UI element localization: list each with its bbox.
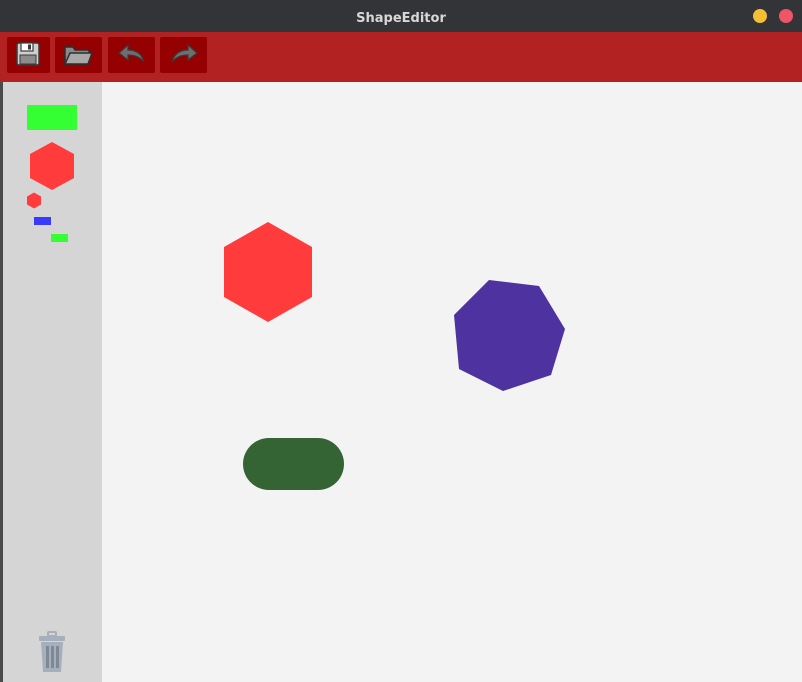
shape-palette [0, 82, 102, 682]
toolbar [0, 32, 802, 82]
trash-can-icon[interactable] [35, 630, 69, 674]
palette-green-rectangle[interactable] [27, 105, 77, 130]
minimize-button[interactable] [753, 9, 767, 23]
close-button[interactable] [779, 9, 793, 23]
floppy-disk-icon [16, 42, 40, 66]
drawing-canvas[interactable] [102, 82, 802, 682]
palette-blue-rectangle[interactable] [34, 217, 51, 225]
palette-red-hexagon-small[interactable] [26, 192, 42, 209]
undo-button[interactable] [108, 37, 155, 73]
undo-arrow-icon [118, 43, 145, 63]
palette-edge [0, 82, 3, 682]
folder-icon [63, 46, 93, 65]
palette-red-hexagon-large[interactable] [29, 141, 75, 191]
palette-green-small-rectangle[interactable] [51, 234, 68, 242]
canvas-purple-heptagon[interactable] [452, 278, 568, 394]
canvas-red-hexagon[interactable] [223, 221, 313, 323]
shape-editor-window: ShapeEditor [0, 0, 802, 682]
canvas-green-rounded-rectangle[interactable] [243, 438, 344, 490]
save-button[interactable] [7, 37, 50, 73]
redo-arrow-icon [171, 43, 198, 63]
redo-button[interactable] [160, 37, 207, 73]
open-button[interactable] [55, 37, 102, 73]
title-bar[interactable]: ShapeEditor [0, 0, 802, 32]
window-title: ShapeEditor [356, 11, 446, 26]
